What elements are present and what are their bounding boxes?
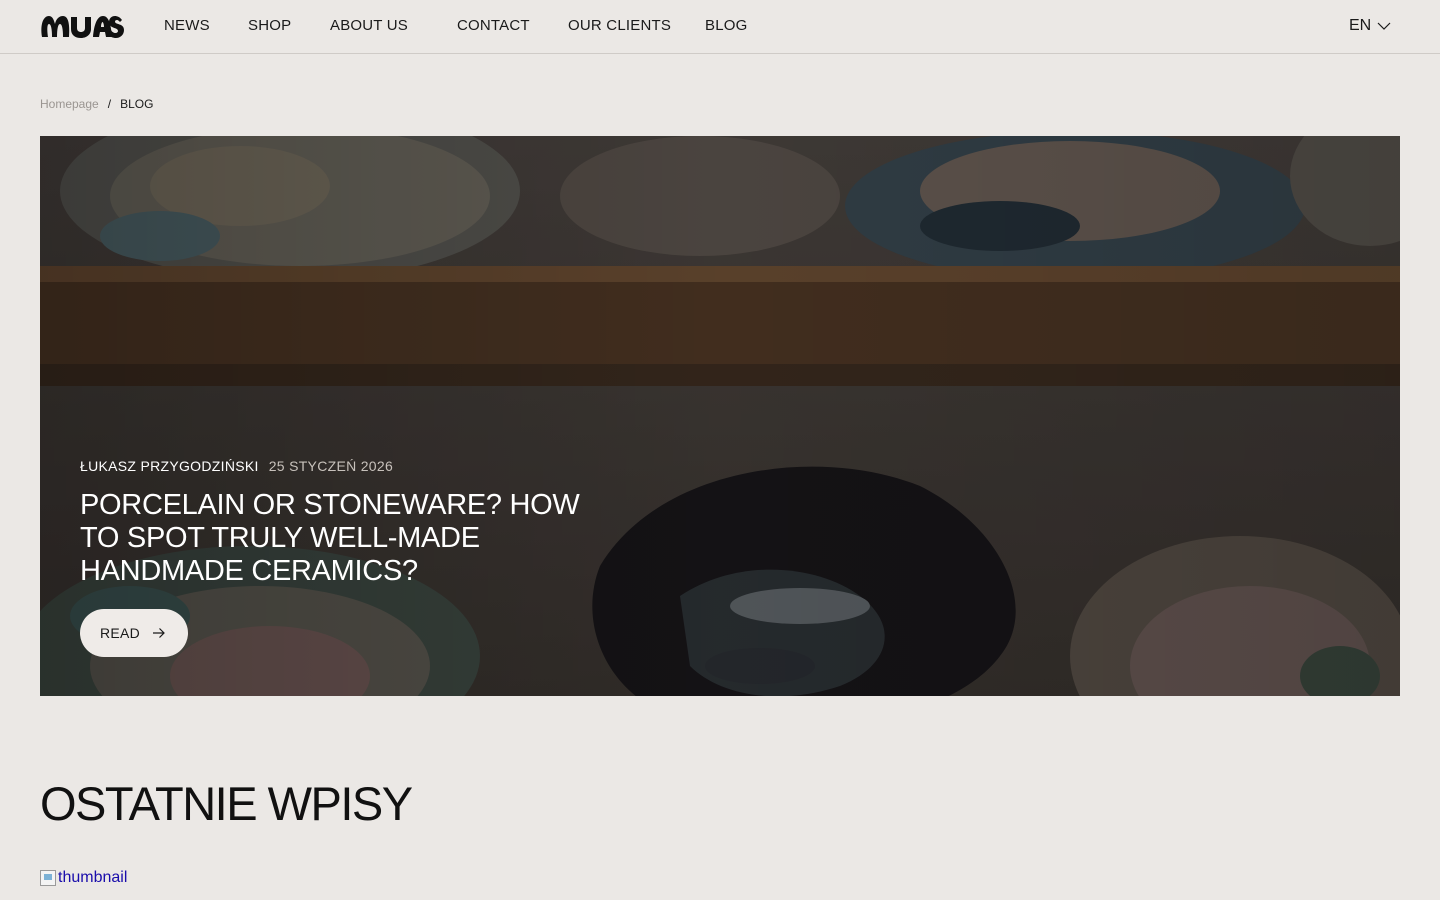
nav-shop[interactable]: SHOP bbox=[248, 17, 291, 34]
broken-image-icon bbox=[40, 870, 56, 886]
post-thumbnail[interactable]: thumbnail bbox=[40, 869, 127, 887]
language-selector[interactable]: EN bbox=[1349, 17, 1391, 35]
post-author: ŁUKASZ PRZYGODZIŃSKI bbox=[80, 458, 259, 474]
breadcrumb-home-link[interactable]: Homepage bbox=[40, 97, 99, 111]
arrow-right-icon bbox=[153, 628, 165, 638]
language-label: EN bbox=[1349, 17, 1372, 34]
breadcrumb-current: BLOG bbox=[120, 97, 154, 111]
nav-our-clients[interactable]: OUR CLIENTS bbox=[568, 17, 671, 34]
breadcrumb-separator: / bbox=[107, 97, 112, 111]
chevron-down-icon bbox=[1377, 22, 1391, 30]
nav-about-us[interactable]: ABOUT US bbox=[330, 17, 408, 34]
post-date: 25 STYCZEŃ 2026 bbox=[268, 458, 394, 474]
thumbnail-alt-text: thumbnail bbox=[58, 869, 128, 886]
read-button-label: READ bbox=[100, 625, 141, 641]
post-meta: ŁUKASZ PRZYGODZIŃSKI 25 STYCZEŃ 2026 bbox=[80, 458, 600, 474]
site-header: NEWS SHOP ABOUT US CONTACT OUR CLIENTS B… bbox=[0, 0, 1440, 54]
hero-content: ŁUKASZ PRZYGODZIŃSKI 25 STYCZEŃ 2026 POR… bbox=[80, 458, 600, 657]
post-title[interactable]: PORCELAIN OR STONEWARE? HOW TO SPOT TRUL… bbox=[80, 489, 600, 588]
featured-post-hero[interactable]: ŁUKASZ PRZYGODZIŃSKI 25 STYCZEŃ 2026 POR… bbox=[40, 136, 1400, 696]
read-button[interactable]: READ bbox=[80, 609, 189, 657]
nav-blog[interactable]: BLOG bbox=[705, 17, 747, 34]
breadcrumb: Homepage / BLOG bbox=[40, 97, 153, 111]
recent-posts-heading: OSTATNIE WPISY bbox=[40, 777, 413, 830]
nav-news[interactable]: NEWS bbox=[164, 17, 210, 34]
nav-contact[interactable]: CONTACT bbox=[457, 17, 530, 34]
brand-logo-icon[interactable] bbox=[40, 13, 124, 39]
